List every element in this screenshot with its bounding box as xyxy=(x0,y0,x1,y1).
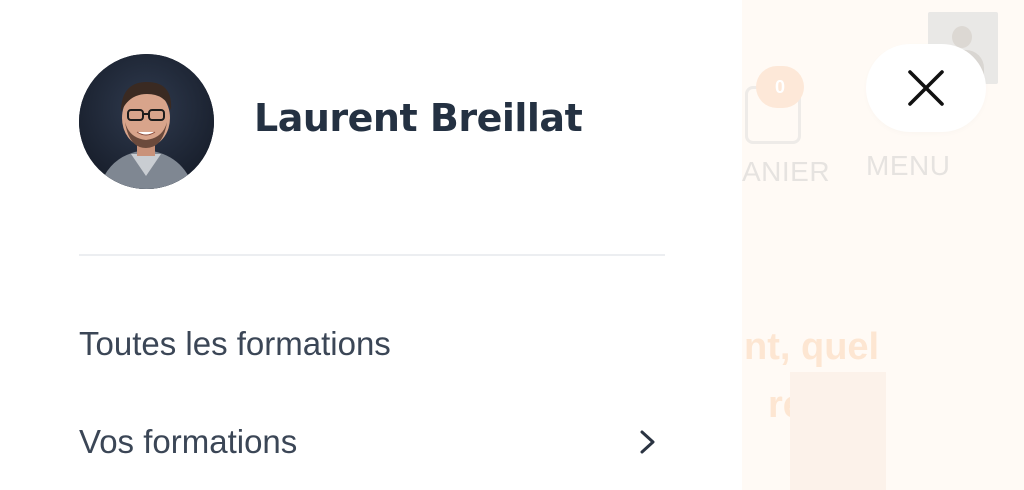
avatar[interactable] xyxy=(79,54,214,189)
menu-item-your-courses[interactable]: Vos formations xyxy=(79,412,659,472)
background-menu-label: MENU xyxy=(866,150,951,181)
background-cart-label: ANIER xyxy=(742,156,831,187)
menu-item-label: Toutes les formations xyxy=(79,325,391,362)
menu-item-all-courses[interactable]: Toutes les formations xyxy=(79,314,659,374)
background-heading-line-1: nt, quel xyxy=(744,326,880,368)
side-menu-drawer: Laurent Breillat Toutes les formations V… xyxy=(0,0,742,490)
menu-item-label: Vos formations xyxy=(79,423,298,460)
chevron-right-icon xyxy=(640,430,655,454)
user-photo-icon xyxy=(79,54,214,189)
close-icon xyxy=(908,70,944,106)
divider xyxy=(79,254,665,256)
background-cart-badge: 0 xyxy=(756,66,804,108)
close-menu-button[interactable] xyxy=(866,44,986,132)
user-name: Laurent Breillat xyxy=(254,96,583,140)
background-card xyxy=(790,372,886,490)
